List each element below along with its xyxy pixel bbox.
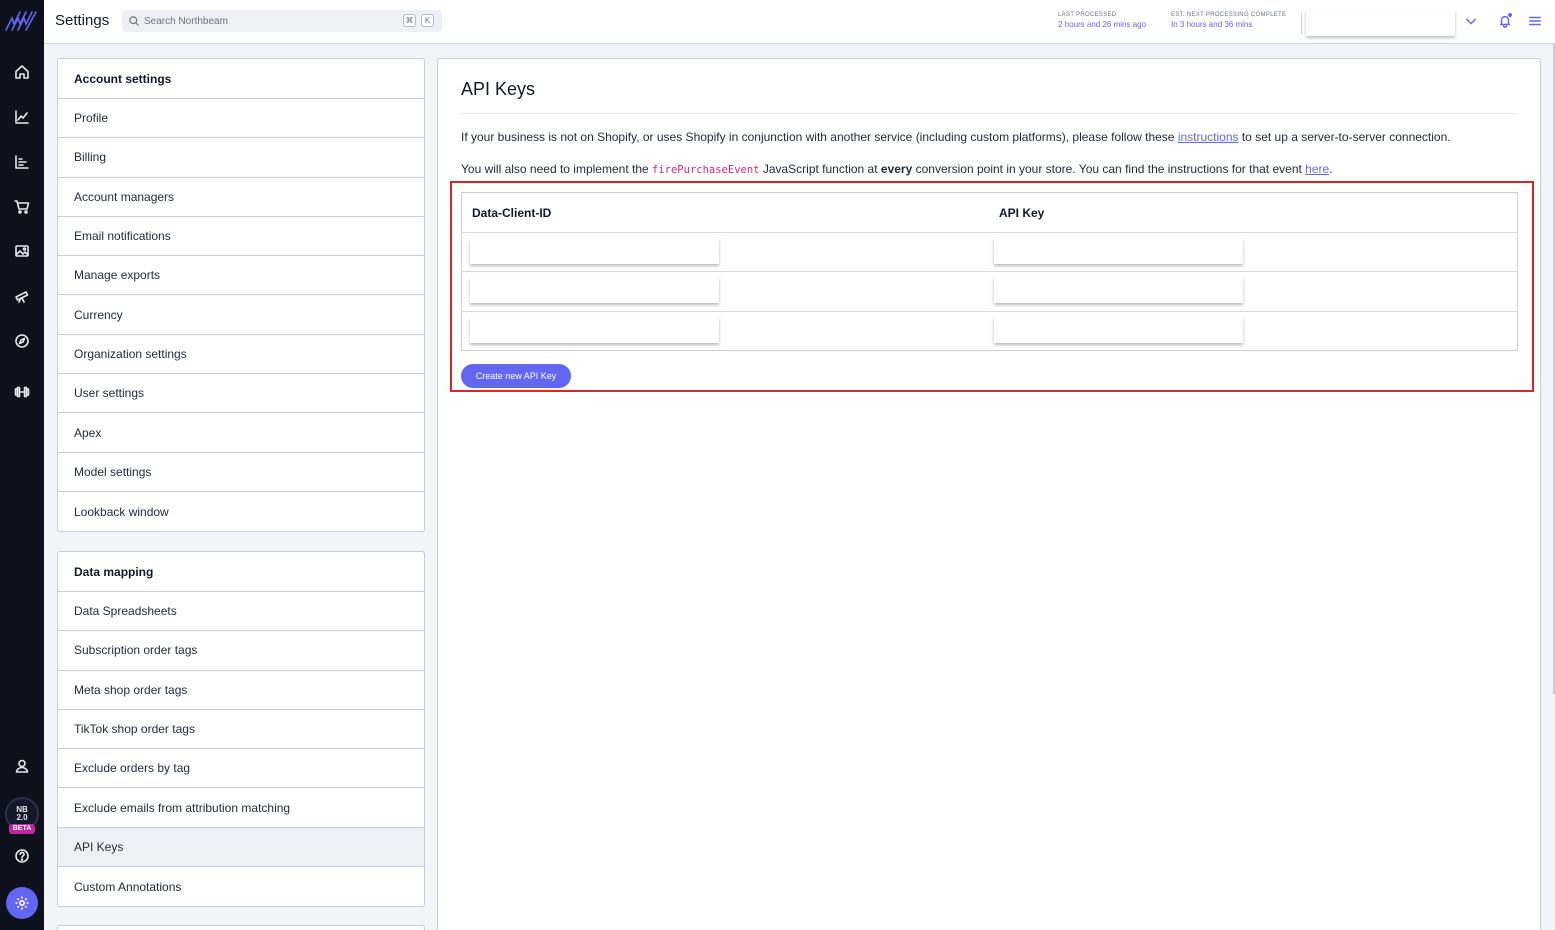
menu-item-data-spreadsheets[interactable]: Data Spreadsheets (58, 592, 424, 632)
instructions-link[interactable]: instructions (1178, 130, 1239, 144)
client-id-field[interactable] (470, 316, 719, 343)
intro-text-2: to set up a server-to-server connection. (1238, 130, 1451, 144)
main-title: API Keys (461, 79, 536, 99)
next-settings-panel (57, 925, 425, 930)
telescope-icon[interactable] (12, 286, 32, 306)
data-mapping-heading: Data mapping (58, 552, 424, 592)
top-bar: Settings ⌘ K LAST PROCESSED 2 hours and … (0, 0, 1555, 44)
intro-paragraph: If your business is not on Shopify, or u… (461, 130, 1451, 144)
menu-item-exclude-emails[interactable]: Exclude emails from attribution matching (58, 788, 424, 828)
next-processing-value: In 3 hours and 36 mins (1171, 20, 1253, 29)
here-link[interactable]: here (1305, 162, 1329, 176)
menu-item-billing[interactable]: Billing (58, 138, 424, 178)
nb-badge-line2: 2.0 (16, 813, 28, 822)
hamburger-menu-icon[interactable] (1527, 13, 1543, 29)
col-header-client-id: Data-Client-ID (472, 206, 552, 220)
search-input[interactable] (144, 13, 394, 29)
api-key-field[interactable] (994, 277, 1243, 304)
menu-item-manage-exports[interactable]: Manage exports (58, 256, 424, 296)
menu-item-user-settings[interactable]: User settings (58, 374, 424, 414)
impl-text-1: You will also need to implement the (461, 162, 653, 176)
api-key-field[interactable] (994, 238, 1243, 264)
table-header-row: Data-Client-ID API Key (462, 193, 1517, 233)
menu-item-account-managers[interactable]: Account managers (58, 178, 424, 217)
create-api-key-button[interactable]: Create new API Key (461, 364, 571, 388)
fire-purchase-event-code: firePurchaseEvent (652, 164, 760, 176)
notification-dot (1508, 13, 1512, 17)
help-icon[interactable] (12, 846, 32, 866)
account-settings-heading: Account settings (58, 59, 424, 99)
menu-item-api-keys[interactable]: API Keys (58, 827, 424, 868)
cart-icon[interactable] (12, 197, 32, 217)
beta-badge: BETA (9, 824, 35, 834)
menu-item-meta-shop-order-tags[interactable]: Meta shop order tags (58, 671, 424, 710)
kbd-command: ⌘ (403, 14, 416, 27)
home-icon[interactable] (12, 62, 32, 82)
northbeam-logo-icon[interactable] (4, 10, 40, 32)
dumbbell-icon[interactable] (12, 382, 32, 402)
api-key-field[interactable] (994, 316, 1243, 343)
menu-item-exclude-orders-by-tag[interactable]: Exclude orders by tag (58, 749, 424, 789)
compass-icon[interactable] (12, 331, 32, 351)
menu-item-subscription-order-tags[interactable]: Subscription order tags (58, 631, 424, 671)
account-settings-panel: Account settings Profile Billing Account… (57, 58, 425, 533)
chevron-down-icon[interactable] (1463, 13, 1479, 29)
search-icon (128, 14, 140, 26)
col-header-api-key: API Key (999, 206, 1045, 220)
user-icon[interactable] (12, 756, 32, 776)
impl-text-2: JavaScript function at (759, 162, 881, 176)
topbar-separator (1301, 12, 1302, 34)
search-box[interactable]: ⌘ K (122, 10, 442, 32)
gear-icon (15, 896, 29, 910)
api-keys-table: Data-Client-ID API Key (461, 192, 1518, 351)
account-selector[interactable] (1306, 10, 1455, 36)
menu-item-lookback-window[interactable]: Lookback window (58, 492, 424, 531)
menu-item-email-notifications[interactable]: Email notifications (58, 217, 424, 257)
last-processed-label: LAST PROCESSED (1058, 12, 1117, 18)
last-processed-value: 2 hours and 26 mins ago (1058, 20, 1147, 29)
title-divider-line (461, 113, 1518, 114)
menu-item-tiktok-shop-order-tags[interactable]: TikTok shop order tags (58, 710, 424, 750)
menu-item-profile[interactable]: Profile (58, 99, 424, 139)
nav-rail: NB 2.0 BETA (0, 0, 44, 930)
line-chart-icon[interactable] (12, 107, 32, 127)
api-keys-card: API Keys If your business is not on Shop… (437, 58, 1541, 930)
menu-item-apex[interactable]: Apex (58, 413, 424, 453)
table-row (462, 312, 1517, 351)
client-id-field[interactable] (470, 238, 719, 264)
impl-text-end: . (1329, 162, 1333, 176)
menu-item-organization-settings[interactable]: Organization settings (58, 335, 424, 375)
menu-item-model-settings[interactable]: Model settings (58, 453, 424, 492)
data-mapping-panel: Data mapping Data Spreadsheets Subscript… (57, 551, 425, 908)
implementation-paragraph: You will also need to implement the fire… (461, 162, 1333, 176)
intro-text-1: If your business is not on Shopify, or u… (461, 130, 1178, 144)
menu-item-custom-annotations[interactable]: Custom Annotations (58, 867, 424, 906)
menu-item-currency[interactable]: Currency (58, 295, 424, 335)
table-row (462, 272, 1517, 312)
bar-chart-icon[interactable] (12, 152, 32, 172)
page-title: Settings (55, 12, 110, 29)
table-row (462, 233, 1517, 273)
next-processing-label: EST. NEXT PROCESSING COMPLETE (1171, 12, 1287, 18)
image-icon[interactable] (12, 241, 32, 261)
impl-bold-every: every (880, 162, 913, 176)
last-processed-status: LAST PROCESSED 2 hours and 26 mins ago (1058, 12, 1146, 29)
client-id-field[interactable] (470, 277, 719, 304)
settings-button[interactable] (6, 887, 38, 919)
impl-text-3: conversion point in your store. You can … (912, 162, 1306, 176)
kbd-k: K (421, 14, 434, 27)
next-processing-status: EST. NEXT PROCESSING COMPLETE In 3 hours… (1171, 12, 1286, 29)
